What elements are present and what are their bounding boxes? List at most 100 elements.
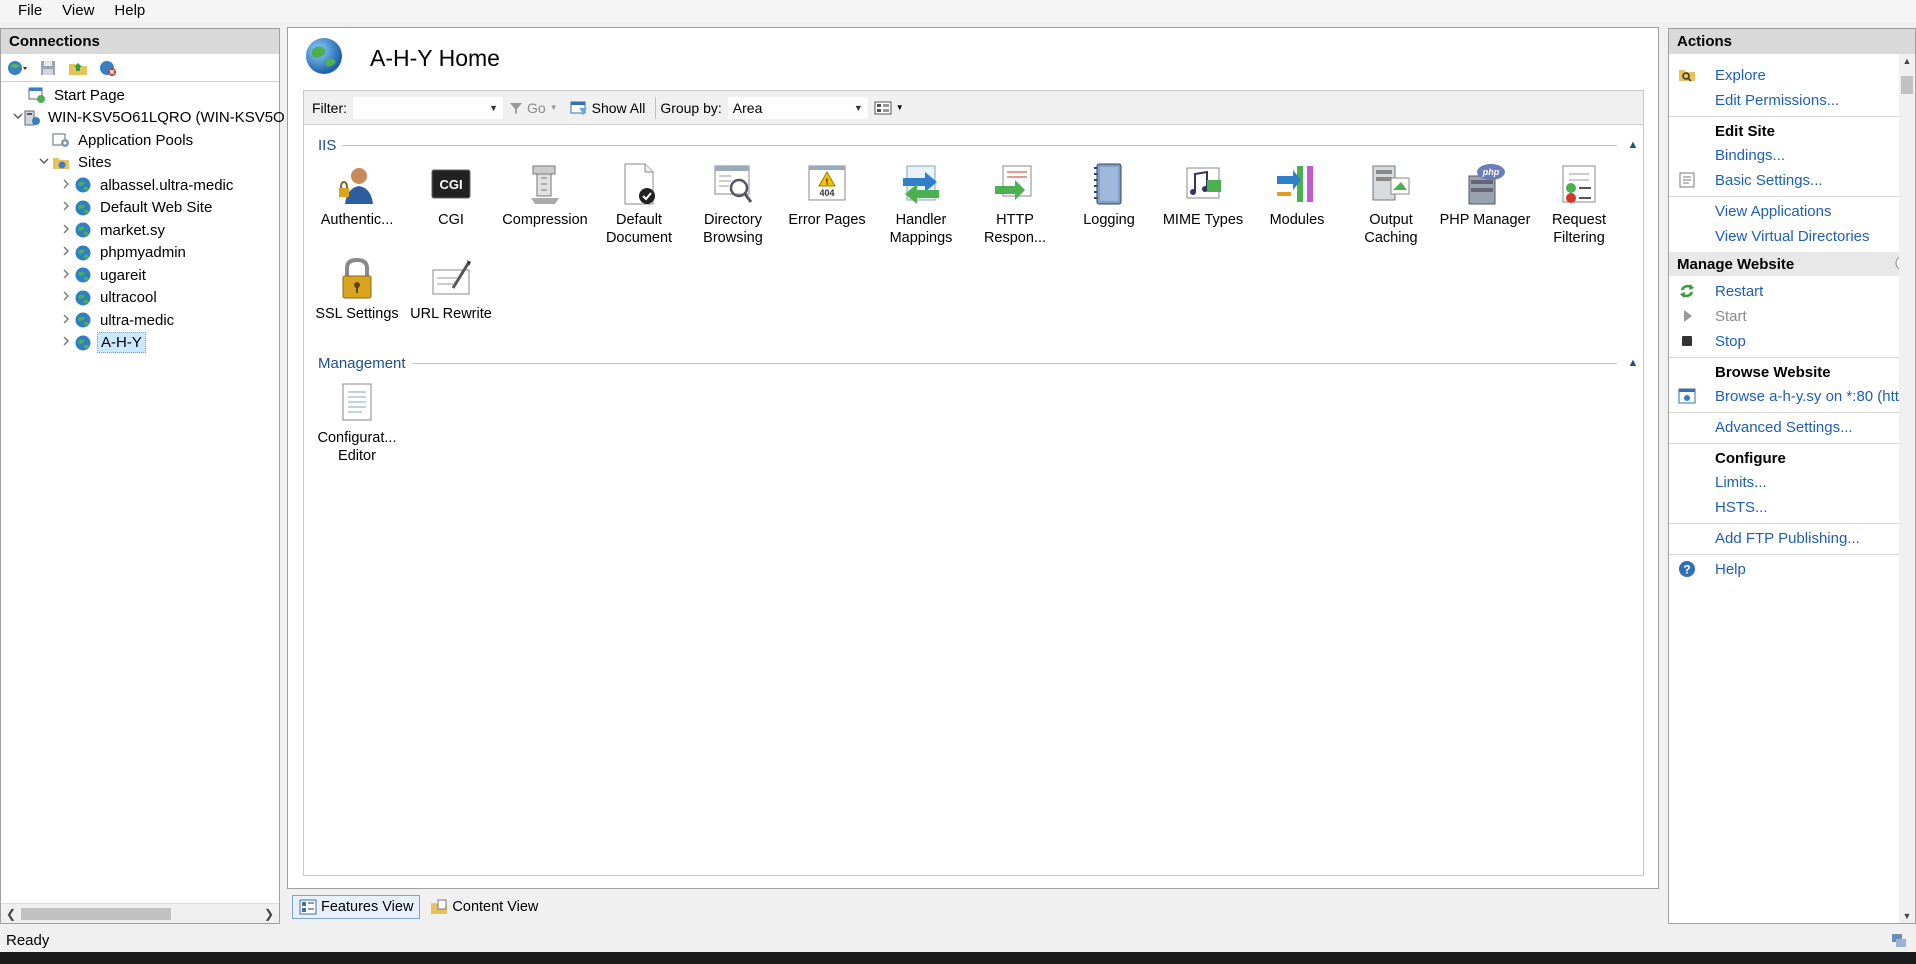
- action-hsts[interactable]: HSTS...: [1669, 496, 1768, 518]
- action-basic-settings[interactable]: Basic Settings...: [1669, 169, 1823, 191]
- connections-hscrollbar[interactable]: ❮ ❯: [1, 903, 279, 923]
- connect-globe-icon[interactable]: [5, 57, 31, 79]
- feature-cgi[interactable]: CGI CGI: [404, 159, 498, 253]
- feature-directory-browsing[interactable]: Directory Browsing: [686, 159, 780, 253]
- feature-compression[interactable]: Compression: [498, 159, 592, 253]
- action-limits[interactable]: Limits...: [1669, 471, 1767, 493]
- tree-node[interactable]: A-H-Y: [1, 332, 279, 355]
- feature-error-pages[interactable]: ! 404 Error Pages: [780, 159, 874, 253]
- tree-node-label: Sites: [78, 154, 112, 172]
- feature-output-caching[interactable]: Output Caching: [1344, 159, 1438, 253]
- start-page-icon: [27, 86, 47, 104]
- collapsed-chevron-icon[interactable]: [59, 224, 73, 237]
- tree-node[interactable]: market.sy: [1, 219, 279, 242]
- collapse-chevron-icon[interactable]: ▲: [1623, 357, 1643, 369]
- vscroll-thumb[interactable]: [1901, 76, 1913, 94]
- feature-authentication[interactable]: Authentic...: [310, 159, 404, 253]
- action-view-virtual-directories[interactable]: View Virtual Directories: [1669, 225, 1870, 247]
- disconnect-icon[interactable]: [95, 57, 121, 79]
- collapsed-chevron-icon[interactable]: [59, 246, 73, 259]
- action-edit-permissions[interactable]: Edit Permissions...: [1669, 89, 1839, 111]
- tree-node[interactable]: ultracool: [1, 287, 279, 310]
- collapsed-chevron-icon[interactable]: [59, 179, 73, 192]
- tree-node[interactable]: Sites: [1, 152, 279, 175]
- menu-file[interactable]: File: [8, 0, 52, 22]
- go-button[interactable]: Go ▼: [503, 96, 564, 120]
- up-folder-icon[interactable]: [65, 57, 91, 79]
- action-help[interactable]: ? Help: [1669, 558, 1746, 580]
- actions-separator: [1669, 554, 1899, 555]
- menu-view[interactable]: View: [52, 0, 104, 22]
- go-dropdown-icon[interactable]: ▼: [550, 103, 558, 112]
- feature-http-response[interactable]: HTTP Respon...: [968, 159, 1062, 253]
- hscroll-thumb[interactable]: [21, 907, 171, 920]
- globe-icon: [73, 221, 93, 239]
- save-icon[interactable]: [35, 57, 61, 79]
- action-stop[interactable]: Stop: [1669, 330, 1746, 352]
- collapse-chevron-icon[interactable]: ▲: [1623, 139, 1643, 151]
- action-restart[interactable]: Restart: [1669, 280, 1763, 302]
- group-header-iis[interactable]: IIS ▲: [318, 135, 1643, 155]
- features-view: Filter: ▼ Go ▼ Show All Group by: Area ▼: [303, 90, 1644, 876]
- tab-features-view[interactable]: Features View: [292, 895, 421, 919]
- group-by-select[interactable]: Area ▼: [727, 96, 868, 119]
- collapsed-chevron-icon[interactable]: [59, 291, 73, 304]
- action-start[interactable]: Start: [1669, 305, 1747, 327]
- action-explore[interactable]: Explore: [1669, 64, 1766, 86]
- view-mode-dropdown-icon[interactable]: ▼: [896, 103, 904, 112]
- scroll-right-icon[interactable]: ❯: [259, 907, 279, 921]
- tab-content-view[interactable]: Content View: [424, 895, 544, 919]
- filter-combobox[interactable]: ▼: [353, 96, 503, 119]
- browse-icon: [1669, 387, 1705, 405]
- expanded-chevron-icon[interactable]: [37, 156, 51, 169]
- tree-node[interactable]: ultra-medic: [1, 309, 279, 332]
- sites-folder-icon: [51, 154, 71, 172]
- globe-icon: [73, 176, 93, 194]
- status-bar: Ready: [0, 928, 1916, 952]
- actions-vscrollbar[interactable]: ▲ ▼: [1899, 54, 1915, 923]
- feature-mime-types[interactable]: MIME Types: [1156, 159, 1250, 253]
- collapsed-chevron-icon[interactable]: [59, 201, 73, 214]
- tree-node[interactable]: ugareit: [1, 264, 279, 287]
- scroll-left-icon[interactable]: ❮: [1, 907, 21, 921]
- view-mode-button[interactable]: ▼: [868, 96, 910, 120]
- feature-modules[interactable]: Modules: [1250, 159, 1344, 253]
- feature-url-rewrite[interactable]: URL Rewrite: [404, 253, 498, 347]
- action-advanced-settings[interactable]: Advanced Settings...: [1669, 416, 1853, 438]
- directory-browsing-icon: [711, 162, 755, 206]
- tree-node[interactable]: Default Web Site: [1, 197, 279, 220]
- menu-help[interactable]: Help: [104, 0, 155, 22]
- show-all-button[interactable]: Show All: [564, 96, 652, 120]
- cgi-icon-text: CGI: [439, 177, 462, 192]
- feature-handler-mappings[interactable]: Handler Mappings: [874, 159, 968, 253]
- collapsed-chevron-icon[interactable]: [59, 314, 73, 327]
- tree-node[interactable]: phpmyadmin: [1, 242, 279, 265]
- feature-default-document[interactable]: Default Document: [592, 159, 686, 253]
- action-view-applications[interactable]: View Applications: [1669, 200, 1831, 222]
- collapsed-chevron-icon[interactable]: [59, 336, 73, 349]
- feature-ssl-settings[interactable]: SSL Settings: [310, 253, 404, 347]
- tree-node-label: Application Pools: [78, 131, 194, 149]
- feature-configuration-editor[interactable]: Configurat... Editor: [310, 377, 404, 471]
- feature-logging[interactable]: Logging: [1062, 159, 1156, 253]
- scroll-down-icon[interactable]: ▼: [1899, 911, 1915, 921]
- tree-node[interactable]: WIN-KSV5O61LQRO (WIN-KSV5O: [1, 107, 285, 130]
- action-bindings[interactable]: Bindings...: [1669, 144, 1785, 166]
- collapsed-chevron-icon[interactable]: [59, 269, 73, 282]
- group-header-management[interactable]: Management ▲: [318, 353, 1643, 373]
- action-add-ftp-publishing[interactable]: Add FTP Publishing...: [1669, 527, 1860, 549]
- dropdown-arrow-icon[interactable]: ▼: [489, 103, 498, 113]
- feature-request-filtering[interactable]: Request Filtering: [1532, 159, 1626, 253]
- tree-node[interactable]: Start Page: [1, 84, 279, 107]
- expanded-chevron-icon[interactable]: [13, 111, 23, 124]
- feature-php-manager[interactable]: php PHP Manager: [1438, 159, 1532, 253]
- actions-separator: [1669, 523, 1899, 524]
- page-title: A-H-Y Home: [370, 44, 500, 71]
- scroll-up-icon[interactable]: ▲: [1899, 56, 1915, 66]
- dropdown-arrow-icon[interactable]: ▼: [854, 103, 863, 113]
- tree-node[interactable]: albassel.ultra-medic: [1, 174, 279, 197]
- actions-section-header[interactable]: Manage Website: [1669, 252, 1915, 276]
- action-browse-a-h-y-sy-on-80-http[interactable]: Browse a-h-y.sy on *:80 (http: [1669, 385, 1907, 407]
- tree-node[interactable]: Application Pools: [1, 129, 279, 152]
- feature-label: SSL Settings: [315, 306, 399, 322]
